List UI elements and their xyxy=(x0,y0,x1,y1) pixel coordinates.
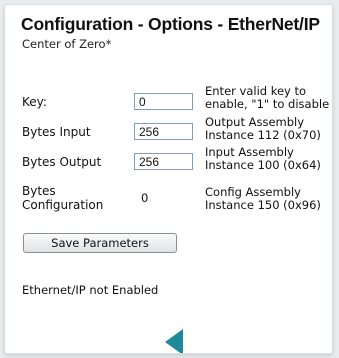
key-label: Key: xyxy=(22,95,47,109)
bytes-configuration-label: Bytes Configuration xyxy=(22,184,104,212)
key-description: Enter valid key to enable, "1" to disabl… xyxy=(205,84,330,111)
page-title: Configuration - Options - EtherNet/IP xyxy=(21,14,320,34)
bytes-configuration-value: 0 xyxy=(141,191,149,205)
configuration-panel: Configuration - Options - EtherNet/IP Ce… xyxy=(4,4,333,354)
bytes-output-label: Bytes Output xyxy=(22,155,102,169)
ethernet-ip-status: Ethernet/IP not Enabled xyxy=(22,283,159,297)
bytes-output-description: Input Assembly Instance 100 (0x64) xyxy=(205,145,321,172)
page-subtitle: Center of Zero* xyxy=(22,37,112,51)
bytes-input-description: Output Assembly Instance 112 (0x70) xyxy=(205,115,321,142)
bytes-configuration-description: Config Assembly Instance 150 (0x96) xyxy=(205,185,321,212)
bytes-output-field[interactable] xyxy=(134,153,193,170)
save-parameters-button[interactable]: Save Parameters xyxy=(23,233,177,253)
back-arrow-icon[interactable] xyxy=(163,328,185,354)
bytes-input-label: Bytes Input xyxy=(22,125,91,139)
bytes-input-field[interactable] xyxy=(134,123,193,140)
key-input[interactable] xyxy=(134,93,193,110)
